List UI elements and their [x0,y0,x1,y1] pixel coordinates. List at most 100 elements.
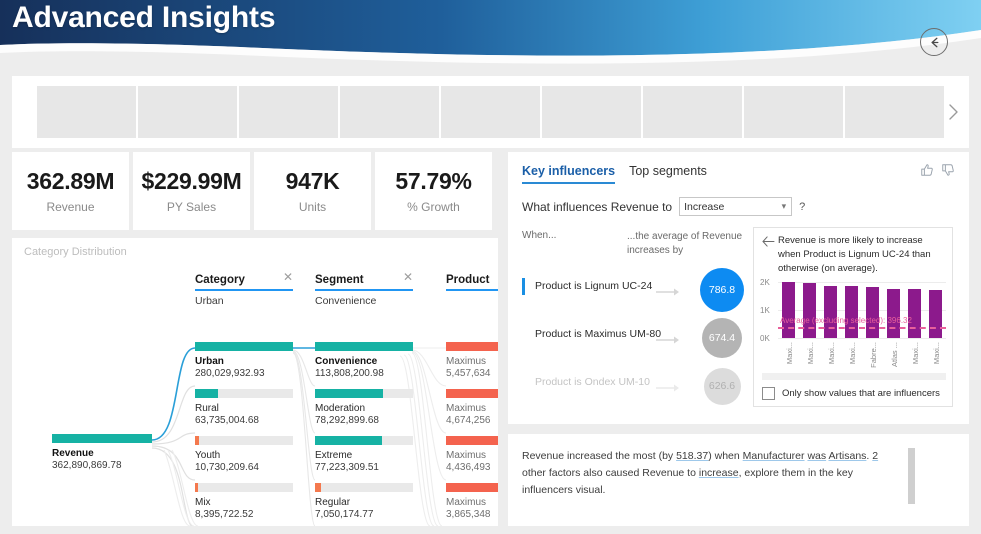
tree-node-name: Maximus [446,403,487,414]
detail-back-button[interactable] [762,236,775,250]
slicer-tile[interactable] [138,86,237,138]
chart-bar[interactable] [844,286,858,338]
arrow-right-icon [656,288,679,296]
page-header: Advanced Insights [0,0,981,68]
slicer-tile[interactable] [239,86,338,138]
insight-scrollbar[interactable] [908,448,915,504]
tree-root-node[interactable]: Revenue 362,890,869.78 [52,434,152,471]
thumbs-down-icon[interactable] [941,163,955,177]
chart-bar[interactable] [781,282,795,338]
slicer-tile[interactable] [542,86,641,138]
feedback-icons [920,163,955,177]
tree-category-node[interactable]: Youth 10,730,209.64 [195,436,293,473]
influencer-value-bubble[interactable]: 626.6 [703,367,741,405]
dashboard-root: Advanced Insights 362.89M Revenue $229.99M… [0,0,981,534]
chart-bar[interactable] [928,290,942,338]
tree-column-selected-value: Urban [195,295,224,307]
tree-title: Category Distribution [24,246,127,258]
chart-bar[interactable] [886,288,900,338]
thumbs-up-icon[interactable] [920,163,934,177]
chart-x-tick-label: Maxi... [826,342,836,365]
insight-direction-increase[interactable]: increase [699,467,739,479]
influencer-value-bubble[interactable]: 786.8 [700,268,744,312]
detail-chart-scrollbar[interactable] [762,373,946,380]
tree-node-bar-fill [446,389,498,398]
kpi-card[interactable]: $229.99M PY Sales [133,152,250,230]
insight-field-manufacturer[interactable]: Manufacturer [743,450,805,462]
influencer-row[interactable]: Product is Lignum UC-24 786.8 [522,264,752,316]
tree-column-header-category: Category ✕ Urban [195,270,293,307]
tree-node-value: 7,050,174.77 [315,509,374,520]
tree-node-bar [446,483,498,492]
tree-column-rule [195,289,293,291]
chart-bar[interactable] [865,287,879,338]
chart-y-tick-label: 2K [760,278,770,287]
insight-operator-was[interactable]: was [807,450,826,462]
slicer-tile[interactable] [340,86,439,138]
tree-segment-node[interactable]: Moderation 78,292,899.68 [315,389,413,426]
back-button[interactable] [920,28,948,56]
arrow-right-icon [656,384,679,392]
tree-node-bar [315,389,413,398]
kpi-card[interactable]: 362.89M Revenue [12,152,129,230]
influencer-row[interactable]: Product is Maximus UM-80 674.4 [522,312,752,364]
tree-category-node[interactable]: Urban 280,029,932.93 [195,342,293,379]
insight-value-amount[interactable]: 518.37 [676,450,708,462]
tree-node-name: Maximus [446,497,487,508]
kpi-card[interactable]: 947K Units [254,152,371,230]
kpi-card[interactable]: 57.79% % Growth [375,152,492,230]
tree-category-node[interactable]: Mix 8,395,722.52 [195,483,293,520]
kpi-value: $229.99M [141,168,242,194]
influencers-only-checkbox-row[interactable]: Only show values that are influencers [762,387,940,400]
influence-direction-dropdown[interactable]: Increase ▾ [679,197,793,216]
slicer-tile[interactable] [643,86,742,138]
slicer-tile[interactable] [845,86,944,138]
slicer-tile-list [37,86,944,138]
slicer-tile[interactable] [37,86,136,138]
influencer-label: Product is Maximus UM-80 [535,328,662,340]
tree-node-bar-fill [446,483,498,492]
influencer-arrow [656,332,682,350]
influencer-value-bubble[interactable]: 674.4 [702,318,742,358]
tree-segment-node[interactable]: Regular 7,050,174.77 [315,483,413,520]
tree-category-node[interactable]: Rural 63,735,004.68 [195,389,293,426]
chart-bar[interactable] [907,288,921,338]
slicer-tile[interactable] [441,86,540,138]
chart-x-tick-label: Maxi... [847,342,857,365]
insight-part-2: ) when [708,450,743,462]
tree-segment-node[interactable]: Extreme 77,223,309.51 [315,436,413,473]
tree-node-value: 4,436,493 [446,462,491,473]
insight-factor-count[interactable]: 2 [872,450,878,462]
influencer-arrow [656,380,682,398]
tree-column-name: Segment [315,274,364,286]
chart-x-tick-label: Maxi... [931,342,941,365]
tree-product-node[interactable]: Maximus 3,865,348 [446,483,498,520]
kpi-label: PY Sales [166,200,217,214]
influencer-row[interactable]: Product is Ondex UM-10 626.6 [522,360,752,412]
tree-node-bar [315,436,413,445]
slicer-next-button[interactable] [948,103,959,124]
influencers-only-checkbox[interactable] [762,387,775,400]
tree-node-bar-fill [195,342,293,351]
tree-column-close-icon[interactable]: ✕ [403,270,413,284]
tree-node-bar [446,389,498,398]
chart-bar[interactable] [823,286,837,338]
tree-product-node[interactable]: Maximus 4,436,493 [446,436,498,473]
tree-node-name: Maximus [446,450,487,461]
kpi-label: % Growth [407,200,460,214]
tree-column-close-icon[interactable]: ✕ [283,270,293,284]
help-icon[interactable]: ? [799,201,805,213]
slicer-tile[interactable] [744,86,843,138]
tree-product-node[interactable]: Maximus 4,674,256 [446,389,498,426]
tree-segment-node[interactable]: Convenience 113,808,200.98 [315,342,413,379]
chart-gridline [778,338,946,339]
kpi-label: Revenue [46,200,95,214]
insight-value-artisans[interactable]: Artisans [828,450,866,462]
tree-product-node[interactable]: Maximus 5,457,634 [446,342,498,379]
tree-node-name: Maximus [446,356,487,367]
influence-question-label: What influences Revenue to [522,199,673,214]
tab-top-segments[interactable]: Top segments [629,164,707,184]
chart-bar[interactable] [802,283,816,338]
influence-direction-value: Increase [684,200,725,213]
tab-key-influencers[interactable]: Key influencers [522,164,616,184]
